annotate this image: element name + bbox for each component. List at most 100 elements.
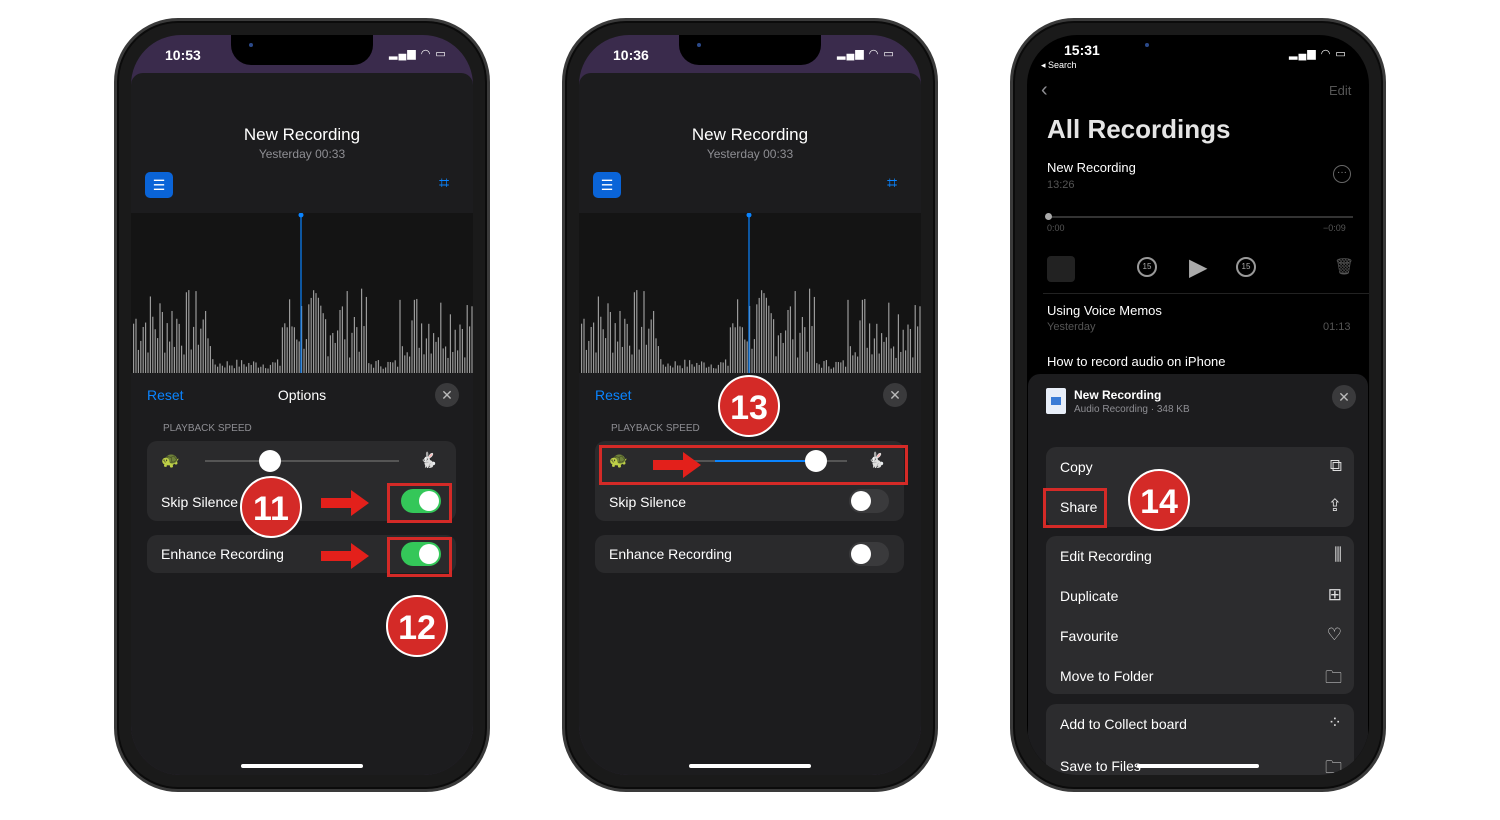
menu-item-move-to-folder[interactable]: Move to Folder 🗀 (1046, 656, 1354, 696)
waveform-bar (626, 323, 628, 373)
waveform-bar (190, 349, 192, 373)
menu-item-edit-recording[interactable]: Edit Recording ⫼ (1046, 536, 1354, 576)
menu-group: Edit Recording ⫼ Duplicate ⊞ Favourite ♡ Mo… (1046, 536, 1354, 694)
status-time: 10:53 (165, 47, 201, 63)
close-icon[interactable]: ✕ (435, 383, 459, 407)
waveform-bar (377, 360, 379, 373)
slider-thumb[interactable] (259, 450, 281, 472)
menu-item-save-to-files[interactable]: Save to Files 🗀 (1046, 746, 1354, 775)
waveform-bar (609, 311, 611, 373)
skip-forward-icon[interactable]: 15 (1236, 257, 1256, 277)
waveform-bar (461, 328, 463, 373)
crop-icon[interactable]: ⌗ (439, 173, 449, 194)
recording-name[interactable]: Using Voice Memos (1047, 303, 1162, 318)
waveform-bar (691, 364, 693, 373)
recording-name[interactable]: New Recording (1047, 160, 1136, 175)
waveform-bar (701, 361, 703, 373)
waveform-bar (281, 327, 283, 373)
waveform-bar (871, 354, 873, 373)
waveform-bar (267, 368, 269, 373)
waveform-bar (751, 348, 753, 373)
more-icon[interactable]: ··· (1333, 165, 1351, 183)
recording-name[interactable]: How to record audio on iPhone (1047, 354, 1226, 369)
skip-silence-label: Skip Silence (609, 494, 687, 510)
waveform-bar (593, 322, 595, 373)
waveform-bar (605, 338, 607, 373)
waveform-bar (909, 328, 911, 373)
waveform-bar (665, 366, 667, 373)
waveform-bar (161, 311, 163, 373)
waveform[interactable] (131, 213, 473, 373)
waveform-bar (876, 323, 878, 373)
waveform-bar (219, 363, 221, 373)
waveform-bar (430, 353, 432, 373)
options-icon[interactable]: ☰ (593, 172, 621, 198)
reset-button[interactable]: Reset (595, 387, 632, 403)
waveform-bar (866, 347, 868, 373)
scrubber[interactable] (1047, 216, 1353, 218)
waveform-bar (849, 346, 851, 373)
recording-duration: 01:13 (1323, 321, 1351, 333)
waveform-bar (356, 327, 358, 373)
waveform-bar (157, 338, 159, 373)
waveform-bar (440, 302, 442, 373)
waveform-icon: ⫼ (1334, 545, 1342, 564)
waveform-bar (914, 305, 916, 373)
back-to-app[interactable]: ◂ Search (1041, 60, 1077, 71)
trash-icon[interactable]: 🗑 (1334, 257, 1354, 277)
waveform-bar (650, 319, 652, 373)
heart-icon: ♡ (1326, 625, 1342, 644)
menu-item-copy[interactable]: Copy ⧉ (1046, 447, 1354, 487)
waveform-bar (387, 361, 389, 373)
copy-icon: ⧉ (1329, 456, 1342, 475)
edit-button[interactable]: Edit (1329, 83, 1351, 98)
close-icon[interactable]: ✕ (1332, 385, 1356, 409)
waveform-bar (859, 320, 861, 373)
waveform-bar (818, 364, 820, 373)
close-icon[interactable]: ✕ (883, 383, 907, 407)
waveform-bar (744, 339, 746, 373)
waveform[interactable] (579, 213, 921, 373)
waveform-bar (633, 292, 635, 373)
enhance-toggle[interactable] (849, 542, 889, 566)
menu-item-add-to-collect-board[interactable]: Add to Collect board ⁘ (1046, 704, 1354, 744)
waveform-bar (145, 322, 147, 373)
waveform-bar (636, 290, 638, 373)
waveform-bar (137, 349, 139, 373)
waveform-bar (847, 299, 849, 373)
waveform-bar (411, 320, 413, 373)
waveform-bar (727, 365, 729, 373)
menu-item-favourite[interactable]: Favourite ♡ (1046, 616, 1354, 656)
waveform-bar (919, 306, 921, 373)
waveform-bar (277, 359, 279, 373)
waveform-bar (341, 306, 343, 373)
skip-back-icon[interactable]: 15 (1137, 257, 1157, 277)
highlight-box (1043, 488, 1107, 528)
play-icon[interactable]: ▶ (1189, 253, 1207, 282)
speed-slider[interactable] (205, 460, 399, 462)
waveform-bar (233, 368, 235, 373)
options-icon[interactable]: ☰ (145, 172, 173, 198)
waveform-bar (595, 352, 597, 373)
waveform-bar (825, 360, 827, 373)
waveform-bar (303, 348, 305, 373)
waveform-bar (845, 366, 847, 373)
recording-date: Yesterday (1047, 321, 1096, 333)
waveform-bar (173, 346, 175, 373)
crop-icon[interactable]: ⌗ (887, 173, 897, 194)
status-icons: ▂▄▆ ◠ ▭ (1289, 48, 1347, 60)
waveform-bar (708, 366, 710, 373)
waveform-bar (447, 357, 449, 373)
menu-item-duplicate[interactable]: Duplicate ⊞ (1046, 576, 1354, 616)
waveform-bar (418, 347, 420, 373)
recording-subtitle: Yesterday 00:33 (258, 147, 346, 161)
waveform-bar (293, 327, 295, 373)
back-chevron-icon[interactable]: ‹ (1041, 79, 1048, 102)
options-icon[interactable] (1047, 256, 1075, 282)
scrubber-thumb[interactable] (1045, 213, 1052, 220)
waveform-bar (638, 349, 640, 373)
waveform-bar (581, 323, 583, 373)
notch (1127, 35, 1269, 65)
skip-silence-toggle[interactable] (849, 489, 889, 513)
waveform-bar (657, 346, 659, 373)
